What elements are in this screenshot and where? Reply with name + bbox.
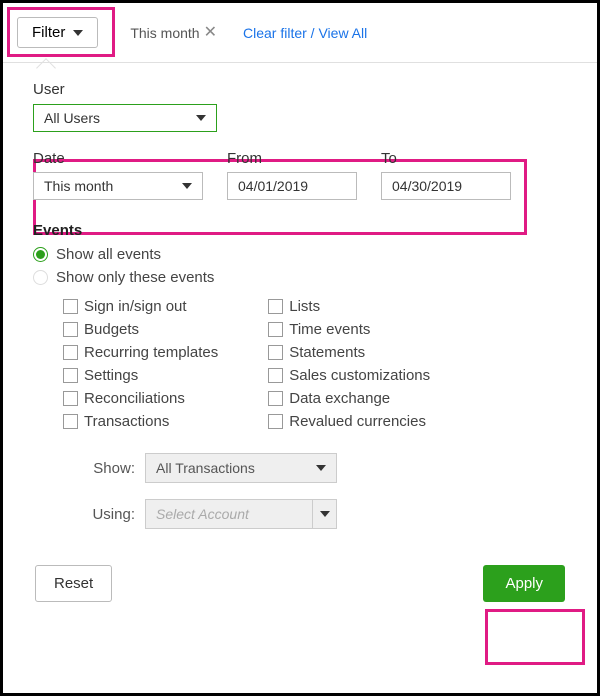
user-select[interactable]: All Users — [33, 104, 217, 132]
to-date-input[interactable]: 04/30/2019 — [381, 172, 511, 200]
using-select[interactable]: Select Account — [145, 499, 337, 529]
event-checkbox-label: Data exchange — [289, 390, 390, 407]
event-checkbox-label: Sales customizations — [289, 367, 430, 384]
clear-filter-link[interactable]: Clear filter / View All — [243, 25, 367, 41]
checkbox-icon — [63, 345, 78, 360]
event-checkbox[interactable]: Statements — [268, 341, 430, 364]
event-checkbox-label: Budgets — [84, 321, 139, 338]
event-checkbox[interactable]: Revalued currencies — [268, 410, 430, 433]
chevron-down-icon — [316, 465, 326, 471]
event-checkbox[interactable]: Settings — [63, 364, 218, 387]
event-checkbox[interactable]: Time events — [268, 318, 430, 341]
filter-button[interactable]: Filter — [17, 17, 98, 48]
footer-row: Reset Apply — [33, 565, 567, 602]
checkbox-icon — [63, 322, 78, 337]
radio-icon — [33, 247, 48, 262]
checkbox-icon — [63, 368, 78, 383]
user-label: User — [33, 81, 567, 98]
show-select[interactable]: All Transactions — [145, 453, 337, 483]
radio-show-all[interactable]: Show all events — [33, 243, 567, 266]
to-label: To — [381, 150, 511, 167]
close-icon[interactable]: ✕ — [204, 25, 217, 41]
to-date-value: 04/30/2019 — [392, 178, 462, 194]
event-checkbox-label: Statements — [289, 344, 365, 361]
filter-chip: This month ✕ — [130, 25, 217, 41]
event-checkbox-label: Sign in/sign out — [84, 298, 187, 315]
apply-button[interactable]: Apply — [483, 565, 565, 602]
events-checkbox-grid: Sign in/sign out Budgets Recurring templat… — [63, 295, 567, 433]
reset-button[interactable]: Reset — [35, 565, 112, 602]
checkbox-icon — [268, 322, 283, 337]
event-checkbox-label: Transactions — [84, 413, 169, 430]
event-checkbox-label: Recurring templates — [84, 344, 218, 361]
event-checkbox-label: Lists — [289, 298, 320, 315]
date-range-select[interactable]: This month — [33, 172, 203, 200]
from-date-value: 04/01/2019 — [238, 178, 308, 194]
event-checkbox[interactable]: Reconciliations — [63, 387, 218, 410]
checkbox-icon — [268, 299, 283, 314]
checkbox-icon — [63, 414, 78, 429]
event-checkbox-label: Reconciliations — [84, 390, 185, 407]
chevron-down-icon — [73, 30, 83, 36]
filter-panel: User All Users Date This month From 04/0… — [3, 63, 597, 622]
top-bar: Filter This month ✕ Clear filter / View … — [3, 3, 597, 63]
using-label: Using: — [83, 506, 135, 523]
radio-show-only-label: Show only these events — [56, 269, 214, 286]
event-sub-selects: Show: All Transactions Using: Select Acc… — [83, 453, 567, 529]
checkbox-icon — [63, 391, 78, 406]
checkbox-icon — [268, 414, 283, 429]
checkbox-icon — [63, 299, 78, 314]
event-checkbox-label: Settings — [84, 367, 138, 384]
event-checkbox[interactable]: Lists — [268, 295, 430, 318]
filter-chip-label: This month — [130, 25, 199, 41]
events-title: Events — [33, 222, 567, 239]
radio-show-only[interactable]: Show only these events — [33, 266, 567, 289]
filter-button-label: Filter — [32, 24, 65, 41]
event-checkbox[interactable]: Sales customizations — [268, 364, 430, 387]
chevron-down-icon — [182, 183, 192, 189]
show-select-value: All Transactions — [156, 460, 255, 476]
radio-icon — [33, 270, 48, 285]
radio-show-all-label: Show all events — [56, 246, 161, 263]
checkbox-icon — [268, 345, 283, 360]
checkbox-icon — [268, 368, 283, 383]
checkbox-icon — [268, 391, 283, 406]
from-label: From — [227, 150, 357, 167]
event-checkbox[interactable]: Transactions — [63, 410, 218, 433]
event-checkbox[interactable]: Data exchange — [268, 387, 430, 410]
from-date-input[interactable]: 04/01/2019 — [227, 172, 357, 200]
date-label: Date — [33, 150, 203, 167]
event-checkbox[interactable]: Recurring templates — [63, 341, 218, 364]
date-range-value: This month — [44, 178, 113, 194]
show-label: Show: — [83, 460, 135, 477]
chevron-down-icon — [320, 511, 330, 517]
user-select-value: All Users — [44, 110, 100, 126]
event-checkbox-label: Time events — [289, 321, 370, 338]
date-row: Date This month From 04/01/2019 To 04/30… — [33, 150, 567, 200]
using-select-placeholder: Select Account — [156, 506, 249, 522]
events-block: Events Show all events Show only these e… — [33, 222, 567, 529]
chevron-down-icon — [196, 115, 206, 121]
event-checkbox[interactable]: Budgets — [63, 318, 218, 341]
event-checkbox-label: Revalued currencies — [289, 413, 426, 430]
event-checkbox[interactable]: Sign in/sign out — [63, 295, 218, 318]
